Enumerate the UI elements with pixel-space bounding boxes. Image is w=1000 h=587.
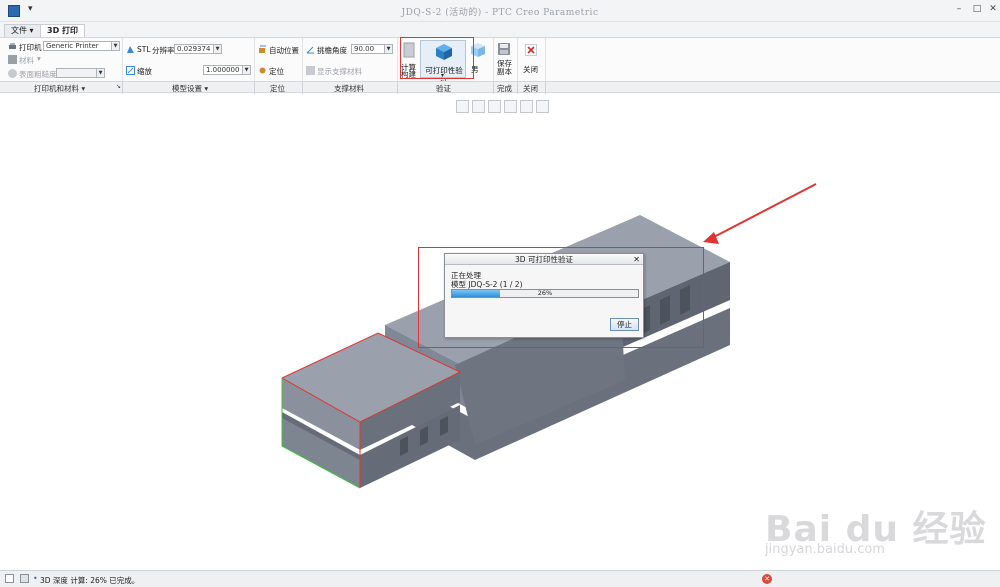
ribbon-tabs: 文件 ▾ 3D 打印 ☁ ⌕ ● ▾ ? xyxy=(0,22,1000,55)
refit-icon[interactable] xyxy=(456,100,469,113)
status-bullet-icon: • xyxy=(33,574,38,583)
resolution-input[interactable]: 0.029374 ▼ xyxy=(174,44,222,54)
progress-bar: 26% xyxy=(451,289,639,298)
close-button[interactable]: 关闭 xyxy=(523,64,538,75)
material-dropdown-chevron-icon[interactable]: ▾ xyxy=(37,54,41,63)
ribbon-separator xyxy=(545,38,546,82)
ribbon-separator xyxy=(254,38,255,82)
scale-icon xyxy=(126,66,135,75)
roughness-label: 表面粗糙度 xyxy=(19,70,57,79)
ribbon-separator xyxy=(493,38,494,82)
view-options-icon[interactable] xyxy=(536,100,549,113)
printability-highlight-box xyxy=(400,37,474,79)
ribbon-group-labels: 打印机和材料 ▾ ↘ 模型设置 ▾ 定位 支撑材料 验证 完成 关闭 xyxy=(0,81,1000,94)
tab-file[interactable]: 文件 ▾ xyxy=(4,24,41,37)
roughness-icon xyxy=(8,69,17,78)
save-copy-icon xyxy=(498,43,510,55)
scale-label: 缩放 xyxy=(137,67,152,76)
repaint-icon[interactable] xyxy=(504,100,517,113)
watermark-url: jingyan.baidu.com xyxy=(765,542,885,557)
auto-position-button[interactable]: 自动位置 xyxy=(269,45,299,56)
stop-button[interactable]: 停止 xyxy=(610,318,639,331)
status-bar: • 3D 深度 计算: 26% 已完成。 ✕ xyxy=(0,570,1000,587)
position-icon xyxy=(259,67,266,74)
ribbon-separator xyxy=(397,38,398,82)
annotation-arrow xyxy=(711,183,817,239)
close-window-icon[interactable]: ✕ xyxy=(988,4,998,14)
dialog-title: 3D 可打印性验证 xyxy=(445,254,643,265)
zoom-window-icon[interactable] xyxy=(520,100,533,113)
material-icon xyxy=(8,55,17,64)
printability-dialog: 3D 可打印性验证 ✕ 正在处理 模型 JDQ-S-2 (1 / 2) 26% … xyxy=(444,253,644,338)
show-support-button[interactable]: 显示支撑材料 xyxy=(317,66,362,77)
stl-icon xyxy=(127,46,134,53)
printer-label: 打印机 xyxy=(19,43,42,52)
auto-position-icon xyxy=(259,45,266,53)
ribbon: 打印机 Generic Printer ▼ 材料 ▾ 表面粗糙度 ▼ STL 分辨… xyxy=(0,37,1000,86)
printer-select[interactable]: Generic Printer ▼ xyxy=(43,41,120,51)
ribbon-separator xyxy=(302,38,303,82)
dialog-close-icon[interactable]: ✕ xyxy=(633,254,640,265)
stl-label: STL xyxy=(137,45,151,54)
maximize-icon[interactable]: □ xyxy=(972,4,982,14)
ribbon-separator xyxy=(122,38,123,82)
title-bar: ▾ JDQ-S-2 (活动的) - PTC Creo Parametric – … xyxy=(0,0,1000,22)
material-dropdown[interactable]: 材料 xyxy=(19,55,34,66)
annotation-arrowhead xyxy=(703,232,719,244)
progress-text: 26% xyxy=(537,289,553,297)
close-icon xyxy=(525,44,537,56)
minimize-icon[interactable]: – xyxy=(954,4,964,14)
show-support-icon xyxy=(306,66,315,75)
save-copy-button[interactable]: 保存 副本 xyxy=(497,60,512,76)
ribbon-separator xyxy=(517,38,518,82)
zoom-out-icon[interactable] xyxy=(488,100,501,113)
status-browser-icon[interactable] xyxy=(20,574,29,583)
overhang-angle-input[interactable]: 90.00 ▼ xyxy=(351,44,393,54)
window-title: JDQ-S-2 (活动的) - PTC Creo Parametric xyxy=(401,8,599,18)
overhang-angle-icon xyxy=(306,46,314,54)
status-model-tree-icon[interactable] xyxy=(5,574,14,583)
group-expand-icon[interactable]: ↘ xyxy=(116,83,121,90)
scale-input[interactable]: 1.000000 ▼ xyxy=(203,65,251,75)
stop-regen-icon[interactable]: ✕ xyxy=(762,574,772,584)
roughness-select[interactable]: ▼ xyxy=(56,68,105,78)
tab-3d-print[interactable]: 3D 打印 xyxy=(40,24,85,37)
baidu-watermark: Bai du 经验 jingyan.baidu.com xyxy=(765,500,995,557)
position-button[interactable]: 定位 xyxy=(269,66,284,77)
zoom-in-icon[interactable] xyxy=(472,100,485,113)
overhang-angle-label: 挑檐角度 xyxy=(317,46,347,55)
resolution-label: 分辨率 xyxy=(152,46,175,55)
status-message: 3D 深度 计算: 26% 已完成。 xyxy=(40,576,140,585)
printer-icon xyxy=(9,43,16,49)
